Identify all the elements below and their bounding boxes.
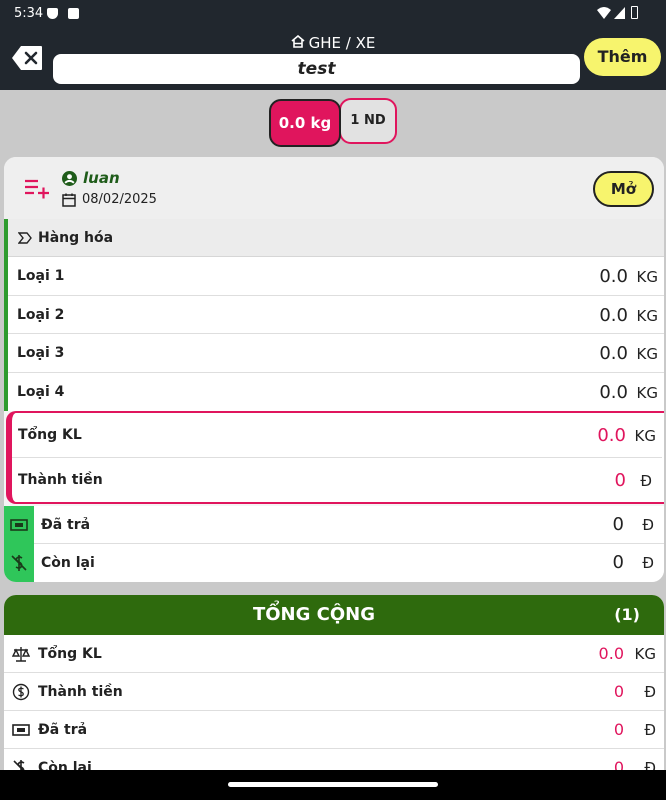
category-label: Hàng hóa: [38, 230, 114, 246]
record-date: 08/02/2025: [82, 192, 157, 207]
weight-chip[interactable]: 0.0 kg: [269, 99, 341, 147]
totals-row: Đã trả 0 Đ: [4, 711, 664, 749]
amount-value: 0: [614, 470, 626, 491]
item-label: Loại 4: [17, 384, 65, 400]
amount-unit: Đ: [640, 472, 652, 490]
totals-row-unit: Đ: [644, 721, 656, 739]
amount-label: Thành tiền: [18, 472, 103, 488]
total-weight-unit: KG: [634, 427, 656, 445]
playlist-add-icon[interactable]: [24, 179, 50, 199]
remaining-unit: Đ: [642, 554, 654, 572]
totals-row-unit: KG: [634, 645, 656, 663]
add-button[interactable]: Thêm: [584, 38, 661, 76]
summary-block: Tổng KL 0.0 KG Thành tiền 0 Đ: [6, 411, 664, 504]
cash-icon: [10, 519, 28, 531]
calendar-icon: [62, 193, 76, 207]
house-icon: [291, 35, 305, 48]
payment-rail: [4, 506, 34, 582]
category-row[interactable]: Hàng hóa: [8, 219, 664, 257]
scale-icon: [12, 647, 30, 662]
item-unit: KG: [636, 268, 658, 286]
item-row[interactable]: Loại 4 0.0 KG: [8, 373, 664, 411]
item-value: 0.0: [599, 305, 628, 326]
home-gesture-pill[interactable]: [228, 782, 438, 787]
header-title: GHE / XE: [0, 34, 666, 52]
paid-unit: Đ: [642, 516, 654, 534]
money-off-icon: [11, 555, 27, 571]
header-title-text: GHE / XE: [308, 34, 376, 52]
item-unit: KG: [636, 307, 658, 325]
paid-value: 0: [612, 514, 624, 535]
item-unit: KG: [636, 384, 658, 402]
totals-row: Tổng KL 0.0 KG: [4, 635, 664, 673]
amount-row: Thành tiền 0 Đ: [12, 458, 662, 502]
remaining-label: Còn lại: [41, 555, 95, 571]
wifi-icon: [597, 7, 611, 19]
shield-icon: [47, 8, 58, 19]
totals-row-unit: Đ: [644, 683, 656, 701]
item-value: 0.0: [599, 343, 628, 364]
totals-row-label: Thành tiền: [38, 684, 123, 700]
status-bar: 5:34: [0, 0, 666, 28]
totals-row: Thành tiền 0 Đ: [4, 673, 664, 711]
item-value: 0.0: [599, 266, 628, 287]
user-line: luan: [62, 169, 120, 187]
totals-title: TỔNG CỘNG: [252, 604, 376, 625]
totals-row-value: 0: [613, 682, 624, 701]
keyboard-icon: [68, 8, 79, 19]
battery-icon: [631, 6, 638, 19]
item-row[interactable]: Loại 1 0.0 KG: [8, 257, 664, 296]
date-line: 08/02/2025: [62, 192, 157, 207]
total-weight-row: Tổng KL 0.0 KG: [12, 413, 662, 458]
totals-card: TỔNG CỘNG (1) Tổng KL 0.0 KG Thành tiền …: [4, 595, 664, 785]
item-value: 0.0: [599, 382, 628, 403]
account-icon: [62, 171, 77, 186]
item-label: Loại 3: [17, 345, 65, 361]
cash-icon: [12, 724, 30, 736]
totals-row-value: 0.0: [598, 644, 624, 663]
dollar-circle-icon: [12, 683, 30, 701]
paid-label: Đã trả: [41, 517, 91, 533]
people-count-chip[interactable]: 1 ND: [339, 98, 397, 144]
totals-row-label: Tổng KL: [38, 646, 102, 662]
item-label: Loại 2: [17, 307, 65, 323]
totals-header: TỔNG CỘNG (1): [4, 595, 664, 635]
totals-row-value: 0: [613, 720, 624, 739]
paid-row[interactable]: Đã trả 0 Đ: [34, 506, 664, 544]
navigation-bar: [0, 770, 666, 800]
remaining-row[interactable]: Còn lại 0 Đ: [34, 544, 664, 582]
open-button[interactable]: Mở: [593, 171, 654, 207]
record-card: luan 08/02/2025 Mở Hàng hóa Loại 1 0.0 K…: [4, 157, 664, 582]
totals-count: (1): [614, 605, 640, 624]
card-header: luan 08/02/2025 Mở: [4, 157, 664, 219]
item-row[interactable]: Loại 3 0.0 KG: [8, 334, 664, 373]
total-weight-value: 0.0: [597, 425, 626, 446]
status-time: 5:34: [14, 6, 44, 21]
label-icon: [17, 232, 32, 244]
user-name: luan: [83, 169, 120, 187]
total-weight-label: Tổng KL: [18, 427, 82, 443]
totals-row-label: Đã trả: [38, 722, 88, 738]
signal-icon: [614, 7, 625, 19]
remaining-value: 0: [612, 552, 624, 573]
item-row[interactable]: Loại 2 0.0 KG: [8, 296, 664, 334]
search-input[interactable]: test: [53, 54, 580, 84]
item-label: Loại 1: [17, 268, 65, 284]
item-unit: KG: [636, 345, 658, 363]
